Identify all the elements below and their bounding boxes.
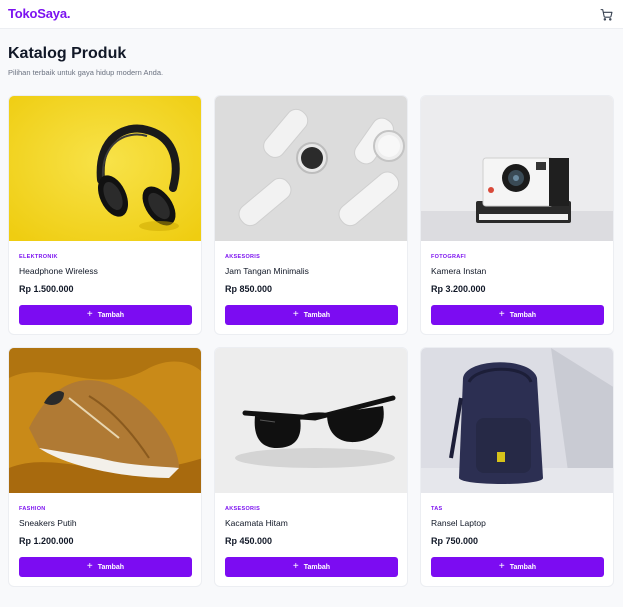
add-to-cart-button[interactable]: + Tambah — [225, 305, 398, 325]
product-name[interactable]: Headphone Wireless — [19, 266, 98, 276]
product-price: Rp 3.200.000 — [431, 284, 486, 294]
product-card[interactable]: FOTOGRAFI Kamera Instan Rp 3.200.000 + T… — [420, 95, 614, 335]
plus-icon: + — [292, 561, 299, 572]
add-button-label: Tambah — [509, 563, 537, 571]
add-button-label: Tambah — [97, 311, 125, 319]
plus-icon: + — [86, 561, 93, 572]
product-name[interactable]: Jam Tangan Minimalis — [225, 266, 309, 276]
add-button-label: Tambah — [97, 563, 125, 571]
backpack-image[interactable] — [421, 348, 613, 493]
product-name[interactable]: Sneakers Putih — [19, 518, 77, 528]
product-category: FOTOGRAFI — [431, 254, 466, 260]
product-category: FASHION — [19, 506, 46, 512]
sunglasses-image[interactable] — [215, 348, 407, 493]
add-button-label: Tambah — [509, 311, 537, 319]
watch-image[interactable] — [215, 96, 407, 241]
add-button-label: Tambah — [303, 563, 331, 571]
product-price: Rp 1.200.000 — [19, 536, 74, 546]
add-to-cart-button[interactable]: + Tambah — [19, 305, 192, 325]
product-name[interactable]: Ransel Laptop — [431, 518, 486, 528]
product-price: Rp 450.000 — [225, 536, 273, 546]
add-button-label: Tambah — [303, 311, 331, 319]
product-category: AKSESORIS — [225, 254, 261, 260]
product-price: Rp 850.000 — [225, 284, 273, 294]
product-price: Rp 1.500.000 — [19, 284, 74, 294]
page-title: Katalog Produk — [8, 45, 127, 62]
product-category: AKSESORIS — [225, 506, 261, 512]
product-card[interactable]: FASHION Sneakers Putih Rp 1.200.000 + Ta… — [8, 347, 202, 587]
product-name[interactable]: Kamera Instan — [431, 266, 486, 276]
plus-icon: + — [292, 309, 299, 320]
add-to-cart-button[interactable]: + Tambah — [431, 557, 604, 577]
product-card[interactable]: AKSESORIS Jam Tangan Minimalis Rp 850.00… — [214, 95, 408, 335]
add-to-cart-button[interactable]: + Tambah — [19, 557, 192, 577]
navbar: TokoSaya. — [0, 0, 623, 29]
headphone-image[interactable] — [9, 96, 201, 241]
shopping-cart-icon — [600, 8, 612, 21]
plus-icon: + — [86, 309, 93, 320]
camera-image[interactable] — [421, 96, 613, 241]
product-card[interactable]: ELEKTRONIK Headphone Wireless Rp 1.500.0… — [8, 95, 202, 335]
plus-icon: + — [498, 309, 505, 320]
product-card[interactable]: TAS Ransel Laptop Rp 750.000 + Tambah — [420, 347, 614, 587]
cart-button[interactable] — [598, 6, 614, 22]
product-grid: ELEKTRONIK Headphone Wireless Rp 1.500.0… — [8, 95, 614, 587]
sneakers-image[interactable] — [9, 348, 201, 493]
product-card[interactable]: AKSESORIS Kacamata Hitam Rp 450.000 + Ta… — [214, 347, 408, 587]
add-to-cart-button[interactable]: + Tambah — [431, 305, 604, 325]
product-category: ELEKTRONIK — [19, 254, 58, 260]
product-name[interactable]: Kacamata Hitam — [225, 518, 288, 528]
page-subtitle: Pilihan terbaik untuk gaya hidup modern … — [8, 68, 164, 77]
add-to-cart-button[interactable]: + Tambah — [225, 557, 398, 577]
product-price: Rp 750.000 — [431, 536, 479, 546]
brand-logo[interactable]: TokoSaya. — [8, 6, 70, 21]
product-category: TAS — [431, 506, 443, 512]
plus-icon: + — [498, 561, 505, 572]
